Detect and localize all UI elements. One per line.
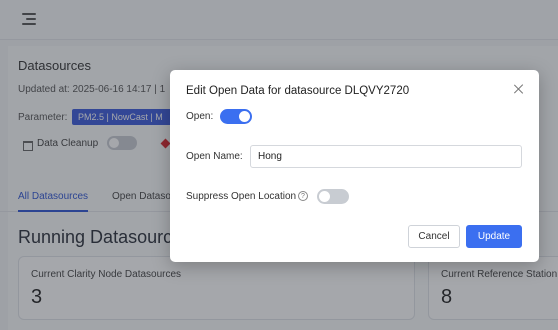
suppress-open-location-label: Suppress Open Location bbox=[186, 191, 297, 202]
modal-title: Edit Open Data for datasource DLQVY2720 bbox=[186, 85, 410, 97]
open-name-label: Open Name: bbox=[186, 151, 243, 162]
close-icon[interactable] bbox=[513, 83, 525, 95]
suppress-open-location-toggle[interactable] bbox=[317, 189, 349, 204]
open-name-input[interactable] bbox=[250, 145, 522, 168]
open-label: Open: bbox=[186, 111, 214, 122]
edit-open-data-modal: Edit Open Data for datasource DLQVY2720 … bbox=[170, 70, 539, 262]
open-toggle[interactable] bbox=[220, 109, 252, 124]
cancel-button[interactable]: Cancel bbox=[408, 225, 460, 248]
update-button[interactable]: Update bbox=[466, 225, 522, 248]
help-icon[interactable]: ? bbox=[298, 191, 308, 201]
